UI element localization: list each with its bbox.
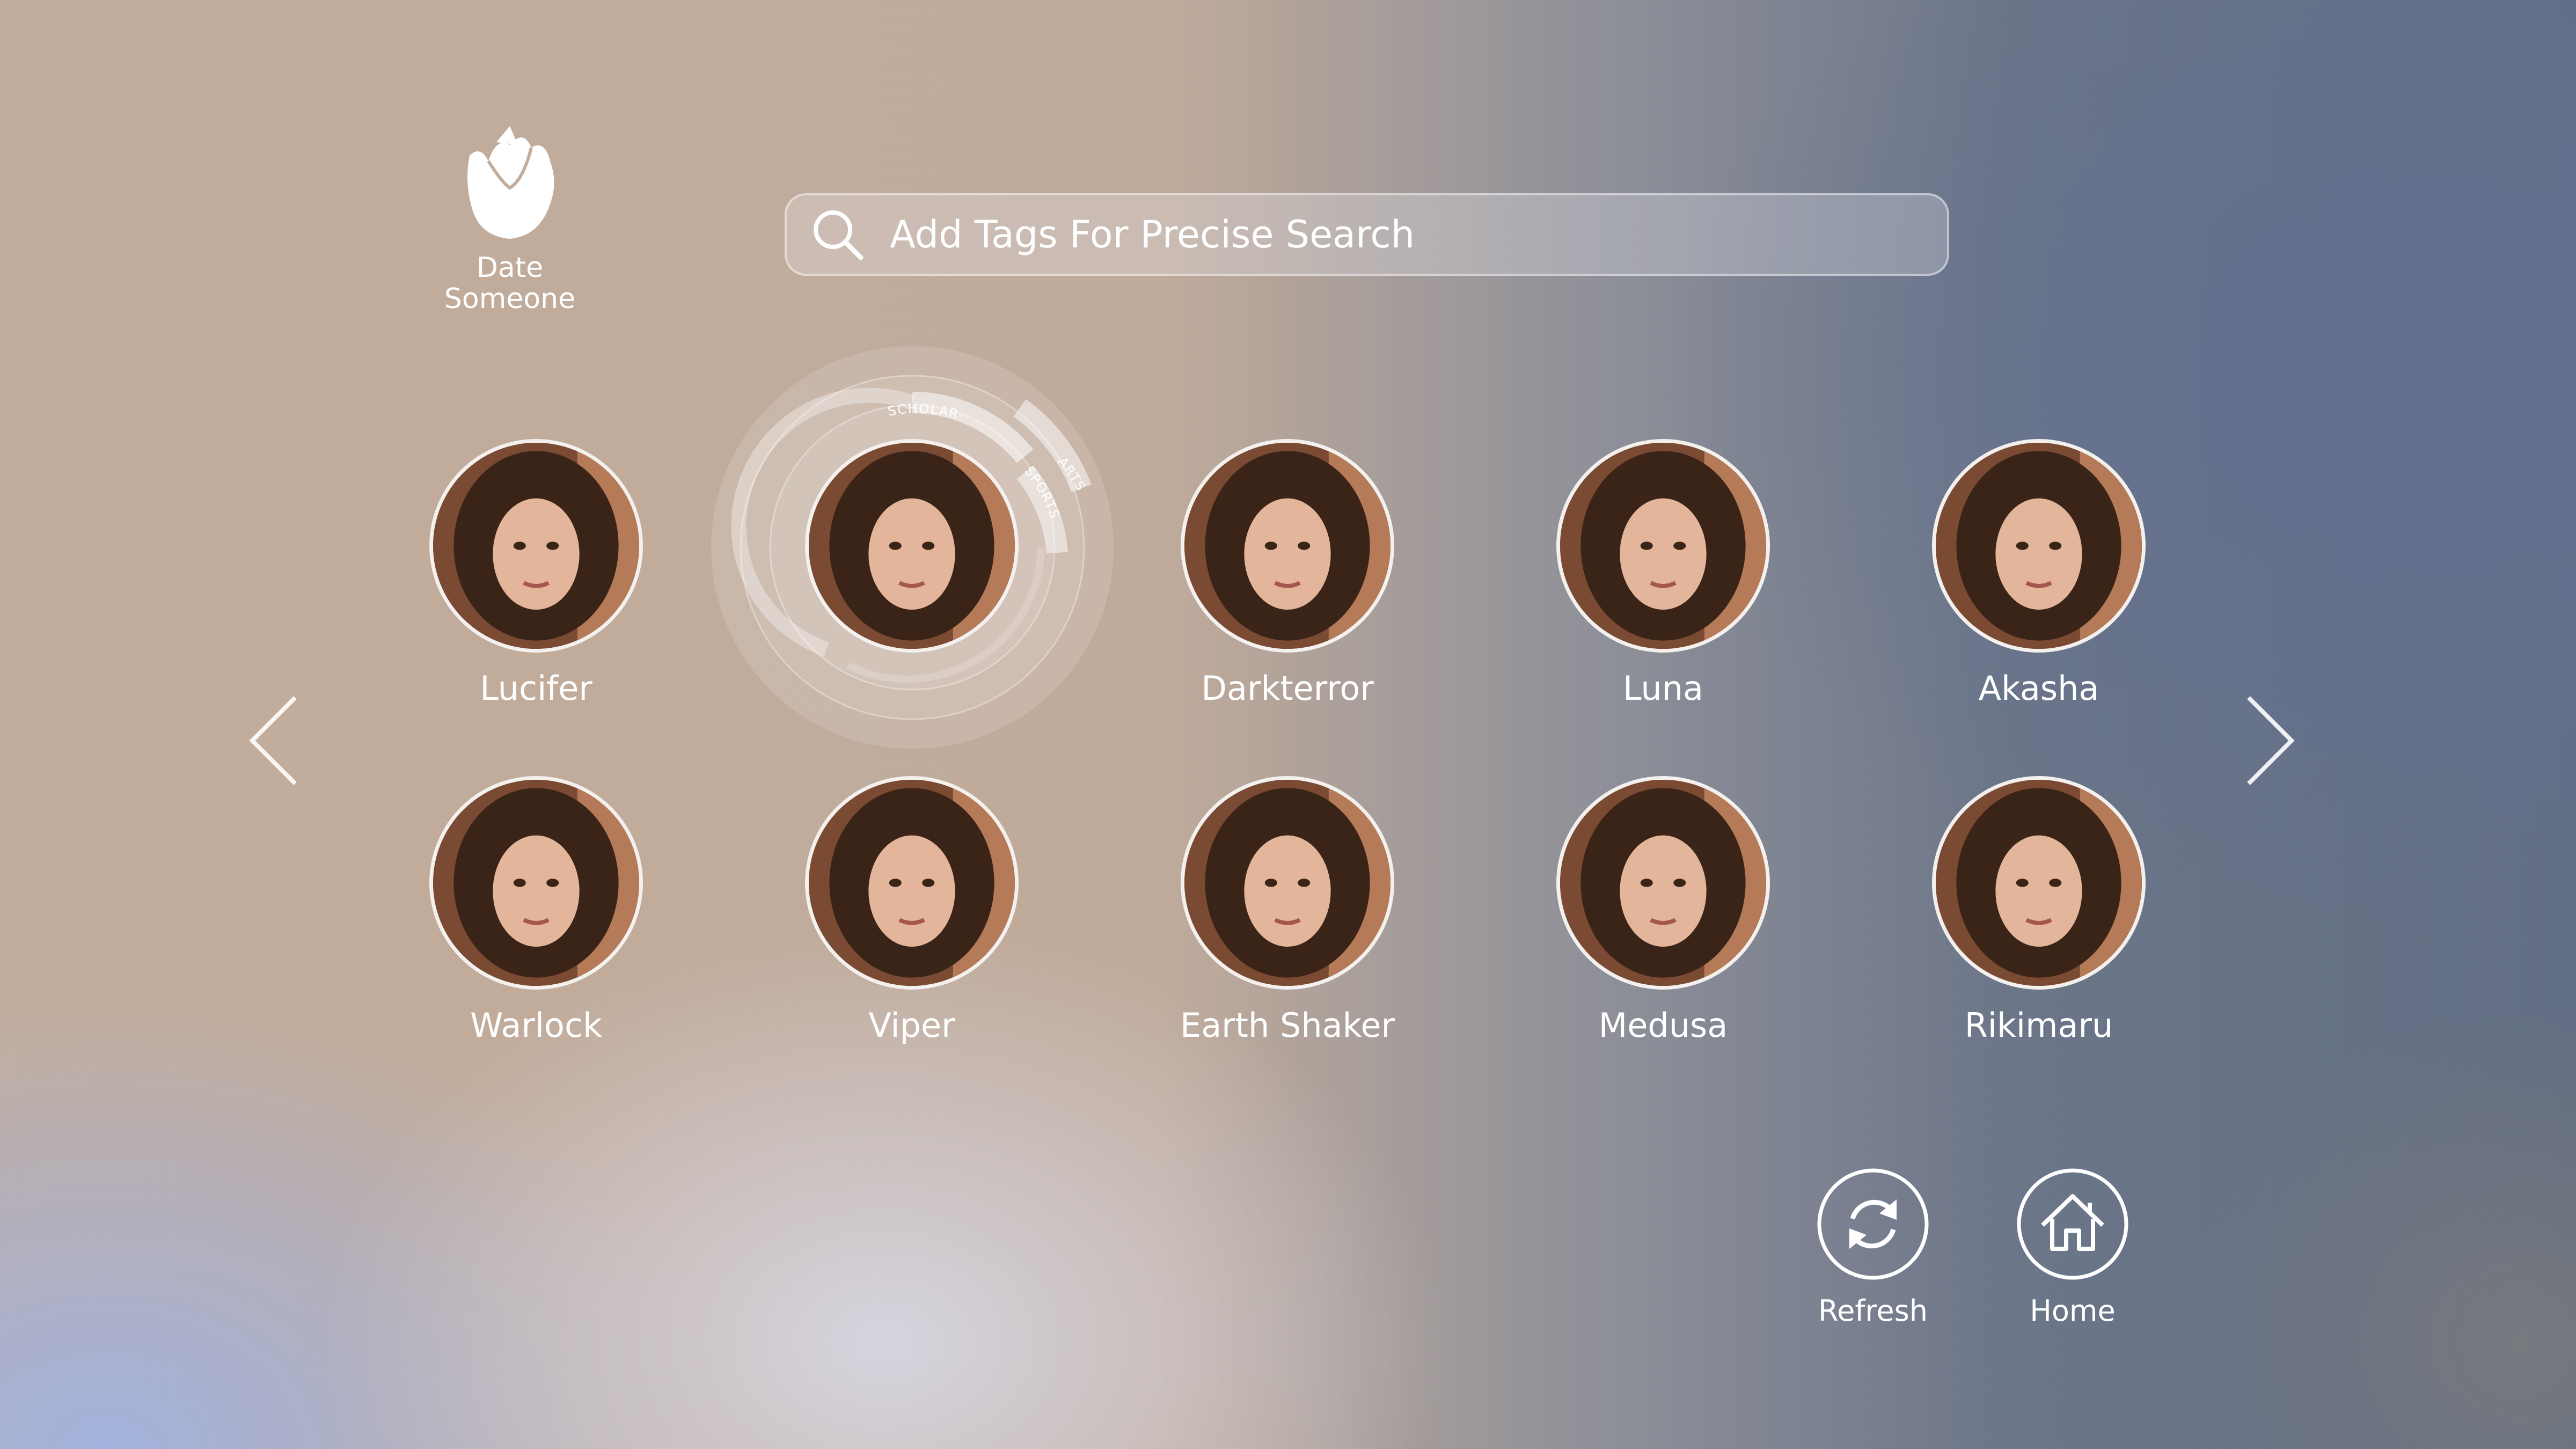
avatar[interactable] bbox=[429, 439, 643, 653]
avatar[interactable] bbox=[1181, 439, 1394, 653]
avatar[interactable] bbox=[1556, 439, 1770, 653]
profile-card[interactable]: Luna bbox=[1513, 439, 1813, 708]
profile-card[interactable]: Viper bbox=[762, 776, 1062, 1045]
avatar[interactable] bbox=[805, 776, 1019, 990]
profile-name: Luna bbox=[1622, 669, 1704, 708]
prev-page-button[interactable] bbox=[241, 687, 306, 794]
refresh-icon[interactable] bbox=[1816, 1167, 1930, 1281]
profile-name: Earth Shaker bbox=[1180, 1006, 1395, 1045]
avatar[interactable] bbox=[805, 439, 1019, 653]
profile-name: Akasha bbox=[1978, 669, 2099, 708]
chevron-right-icon[interactable] bbox=[2238, 687, 2302, 794]
home-label: Home bbox=[2030, 1294, 2116, 1328]
home-icon[interactable] bbox=[2016, 1167, 2129, 1281]
profile-name: Lucifer bbox=[480, 669, 592, 708]
profile-card[interactable]: Akasha bbox=[1889, 439, 2189, 708]
profile-grid: Lucifer Darkterror Luna Akasha Warlock V… bbox=[0, 0, 2576, 1449]
refresh-label: Refresh bbox=[1818, 1294, 1928, 1328]
chevron-left-icon[interactable] bbox=[241, 687, 306, 794]
avatar[interactable] bbox=[429, 776, 643, 990]
profile-name: Viper bbox=[868, 1006, 955, 1045]
profile-card[interactable]: Rikimaru bbox=[1889, 776, 2189, 1045]
profile-card-selected[interactable] bbox=[762, 439, 1062, 669]
avatar[interactable] bbox=[1932, 439, 2146, 653]
profile-name: Darkterror bbox=[1201, 669, 1374, 708]
profile-card[interactable]: Warlock bbox=[386, 776, 686, 1045]
avatar[interactable] bbox=[1181, 776, 1394, 990]
refresh-button[interactable]: Refresh bbox=[1803, 1167, 1943, 1328]
profile-name: Medusa bbox=[1598, 1006, 1728, 1045]
avatar[interactable] bbox=[1932, 776, 2146, 990]
profile-name: Rikimaru bbox=[1964, 1006, 2113, 1045]
avatar[interactable] bbox=[1556, 776, 1770, 990]
profile-card[interactable]: Lucifer bbox=[386, 439, 686, 708]
profile-name: Warlock bbox=[470, 1006, 602, 1045]
profile-card[interactable]: Darkterror bbox=[1137, 439, 1438, 708]
profile-card[interactable]: Earth Shaker bbox=[1137, 776, 1438, 1045]
profile-card[interactable]: Medusa bbox=[1513, 776, 1813, 1045]
home-button[interactable]: Home bbox=[2003, 1167, 2142, 1328]
next-page-button[interactable] bbox=[2238, 687, 2302, 794]
